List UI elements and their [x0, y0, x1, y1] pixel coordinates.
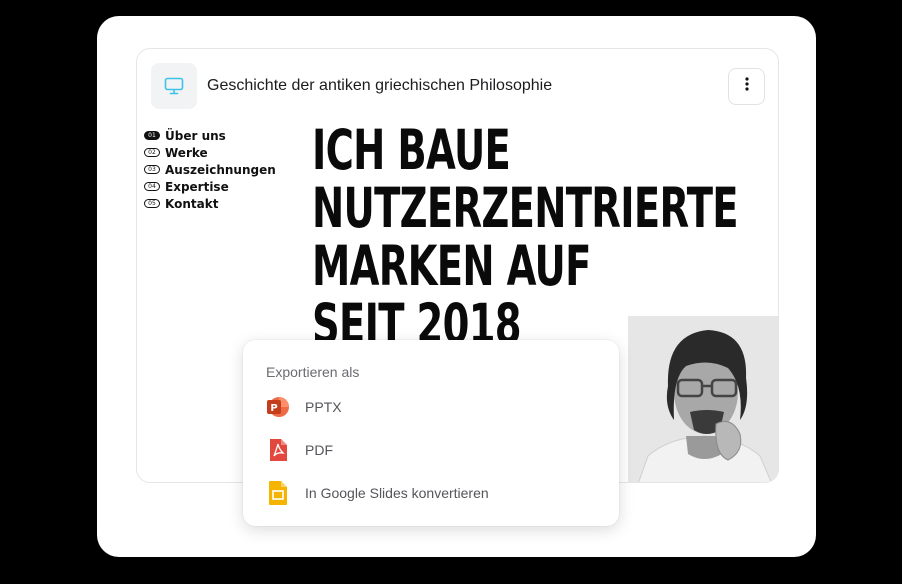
- export-pdf-option[interactable]: PDF: [265, 436, 333, 464]
- nav-number: 01: [144, 131, 160, 140]
- nav-label: Expertise: [165, 179, 229, 194]
- nav-number: 03: [144, 165, 160, 174]
- export-heading: Exportieren als: [266, 364, 360, 380]
- export-pptx-option[interactable]: P PPTX: [265, 393, 342, 421]
- export-option-label: PPTX: [305, 399, 342, 415]
- nav-item-auszeichnungen[interactable]: 03 Auszeichnungen: [144, 161, 276, 178]
- headline-line: ICH BAUE: [312, 118, 511, 182]
- export-menu: Exportieren als P PPTX PDF In Google Sli…: [243, 340, 619, 526]
- nav-number: 02: [144, 148, 160, 157]
- nav-number: 04: [144, 182, 160, 191]
- slide-nav: 01 Über uns 02 Werke 03 Auszeichnungen 0…: [144, 127, 276, 212]
- nav-item-ueber-uns[interactable]: 01 Über uns: [144, 127, 276, 144]
- nav-item-kontakt[interactable]: 05 Kontakt: [144, 195, 276, 212]
- nav-label: Auszeichnungen: [165, 162, 276, 177]
- nav-label: Über uns: [165, 128, 226, 143]
- more-options-button[interactable]: [728, 68, 765, 105]
- pdf-icon: [265, 437, 291, 463]
- portrait-photo: [628, 316, 778, 482]
- slide-title: Geschichte der antiken griechischen Phil…: [207, 77, 553, 94]
- export-google-slides-option[interactable]: In Google Slides konvertieren: [265, 479, 489, 507]
- headline-line: NUTZERZENTRIERTE: [312, 176, 739, 240]
- nav-item-expertise[interactable]: 04 Expertise: [144, 178, 276, 195]
- svg-text:P: P: [270, 403, 277, 414]
- google-slides-icon: [265, 480, 291, 506]
- more-vertical-icon: [744, 77, 749, 96]
- nav-label: Kontakt: [165, 196, 219, 211]
- export-option-label: PDF: [305, 442, 333, 458]
- powerpoint-icon: P: [265, 394, 291, 420]
- headline-line: MARKEN AUF: [312, 234, 591, 298]
- monitor-icon: [151, 63, 197, 109]
- nav-number: 05: [144, 199, 160, 208]
- nav-item-werke[interactable]: 02 Werke: [144, 144, 276, 161]
- hero-headline: ICH BAUE NUTZERZENTRIERTE MARKEN AUF SEI…: [312, 118, 739, 353]
- nav-label: Werke: [165, 145, 208, 160]
- export-option-label: In Google Slides konvertieren: [305, 485, 489, 501]
